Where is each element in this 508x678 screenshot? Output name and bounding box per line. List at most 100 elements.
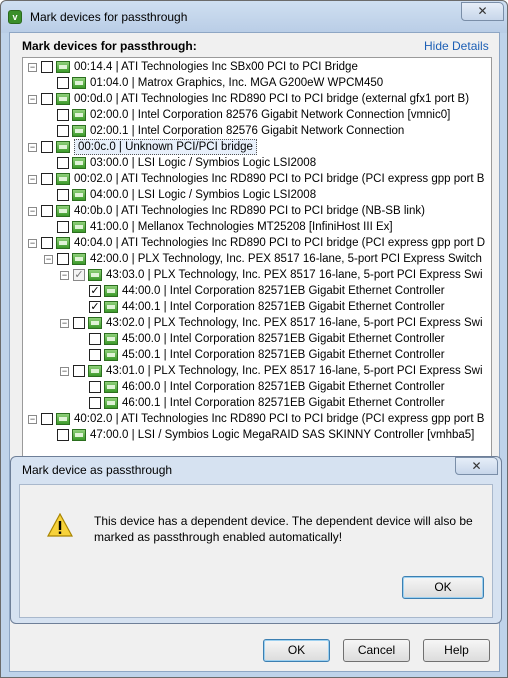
pci-device-icon [72,221,86,233]
tree-row[interactable]: 02:00.0 | Intel Corporation 82576 Gigabi… [23,107,491,123]
device-label: 40:0b.0 | ATI Technologies Inc RD890 PCI… [74,205,425,217]
window-close-button[interactable]: ✕ [461,2,504,21]
device-label: 02:00.0 | Intel Corporation 82576 Gigabi… [90,109,451,121]
passthrough-checkbox[interactable] [57,189,69,201]
collapse-toggle[interactable]: − [60,271,69,280]
tree-row[interactable]: 45:00.1 | Intel Corporation 82571EB Giga… [23,347,491,363]
pci-device-icon [56,205,70,217]
collapse-toggle[interactable]: − [60,319,69,328]
collapse-toggle[interactable]: − [28,143,37,152]
pci-device-icon [104,333,118,345]
dialog-body: This device has a dependent device. The … [19,484,493,618]
collapse-toggle[interactable]: − [28,63,37,72]
passthrough-checkbox[interactable]: ✓ [89,301,101,313]
passthrough-checkbox[interactable] [57,77,69,89]
passthrough-checkbox[interactable] [41,173,53,185]
pci-device-icon [88,269,102,281]
passthrough-checkbox[interactable] [57,253,69,265]
collapse-toggle[interactable]: − [44,255,53,264]
tree-row[interactable]: − 00:14.4 | ATI Technologies Inc SBx00 PC… [23,59,491,75]
hide-details-link[interactable]: Hide Details [424,39,489,53]
tree-row[interactable]: 45:00.0 | Intel Corporation 82571EB Giga… [23,331,491,347]
dialog-ok-button[interactable]: OK [402,576,484,599]
passthrough-checkbox[interactable]: ✓ [89,285,101,297]
tree-row[interactable]: − 43:01.0 | PLX Technology, Inc. PEX 8517… [23,363,491,379]
passthrough-checkbox[interactable] [89,349,101,361]
device-label: 00:0c.0 | Unknown PCI/PCI bridge [74,139,257,155]
pci-device-icon [56,61,70,73]
passthrough-checkbox[interactable]: ✓ [73,269,85,281]
pci-device-icon [72,253,86,265]
collapse-toggle[interactable]: − [60,367,69,376]
tree-row[interactable]: 46:00.0 | Intel Corporation 82571EB Giga… [23,379,491,395]
passthrough-checkbox[interactable] [41,205,53,217]
tree-row[interactable]: − 40:0b.0 | ATI Technologies Inc RD890 PC… [23,203,491,219]
device-label: 04:00.0 | LSI Logic / Symbios Logic LSI2… [90,189,317,201]
passthrough-checkbox[interactable] [57,109,69,121]
pci-device-icon [104,381,118,393]
tree-row[interactable]: − ✓ 43:03.0 | PLX Technology, Inc. PEX 851… [23,267,491,283]
tree-row[interactable]: 41:00.0 | Mellanox Technologies MT25208 … [23,219,491,235]
pci-device-icon [104,349,118,361]
dialog-close-button[interactable]: ✕ [455,457,498,475]
tree-row[interactable]: − 43:02.0 | PLX Technology, Inc. PEX 8517… [23,315,491,331]
collapse-toggle[interactable]: − [28,207,37,216]
collapse-toggle[interactable]: − [28,239,37,248]
tree-row[interactable]: ✓ 44:00.0 | Intel Corporation 82571EB Gig… [23,283,491,299]
passthrough-checkbox[interactable] [57,221,69,233]
tree-row[interactable]: 47:00.0 | LSI / Symbios Logic MegaRAID S… [23,427,491,443]
passthrough-checkbox[interactable] [41,237,53,249]
tree-row[interactable]: − 00:02.0 | ATI Technologies Inc RD890 PC… [23,171,491,187]
passthrough-checkbox[interactable] [41,141,53,153]
tree-row[interactable]: 46:00.1 | Intel Corporation 82571EB Giga… [23,395,491,411]
collapse-toggle[interactable]: − [28,415,37,424]
pci-device-icon [56,141,70,153]
passthrough-checkbox[interactable] [89,381,101,393]
tree-row[interactable]: − 40:02.0 | ATI Technologies Inc RD890 PC… [23,411,491,427]
passthrough-checkbox[interactable] [89,397,101,409]
device-label: 45:00.1 | Intel Corporation 82571EB Giga… [122,349,445,361]
pci-device-icon [88,365,102,377]
pci-device-icon [72,189,86,201]
pci-device-icon [56,173,70,185]
tree-row[interactable]: − 00:0d.0 | ATI Technologies Inc RD890 PC… [23,91,491,107]
help-button[interactable]: Help [423,639,490,662]
tree-row[interactable]: 03:00.0 | LSI Logic / Symbios Logic LSI2… [23,155,491,171]
passthrough-checkbox[interactable] [41,413,53,425]
dialog-message: This device has a dependent device. The … [94,514,473,544]
device-tree[interactable]: − 00:14.4 | ATI Technologies Inc SBx00 PC… [22,57,492,457]
device-label: 45:00.0 | Intel Corporation 82571EB Giga… [122,333,445,345]
passthrough-checkbox[interactable] [73,317,85,329]
tree-row[interactable]: − 00:0c.0 | Unknown PCI/PCI bridge [23,139,491,155]
pci-device-icon [104,301,118,313]
passthrough-checkbox[interactable] [41,93,53,105]
tree-row[interactable]: 02:00.1 | Intel Corporation 82576 Gigabi… [23,123,491,139]
pci-device-icon [56,413,70,425]
pci-device-icon [104,285,118,297]
passthrough-checkbox[interactable] [73,365,85,377]
passthrough-checkbox[interactable] [41,61,53,73]
warning-icon [47,513,73,537]
device-label: 02:00.1 | Intel Corporation 82576 Gigabi… [90,125,405,137]
device-label: 00:02.0 | ATI Technologies Inc RD890 PCI… [74,173,485,185]
pci-device-icon [104,397,118,409]
window-titlebar[interactable]: v Mark devices for passthrough ✕ [1,1,507,33]
cancel-button[interactable]: Cancel [343,639,410,662]
passthrough-checkbox[interactable] [89,333,101,345]
window-title: Mark devices for passthrough [30,10,188,24]
ok-button[interactable]: OK [263,639,330,662]
tree-row[interactable]: 04:00.0 | LSI Logic / Symbios Logic LSI2… [23,187,491,203]
tree-row[interactable]: − 40:04.0 | ATI Technologies Inc RD890 PC… [23,235,491,251]
passthrough-checkbox[interactable] [57,429,69,441]
device-label: 40:04.0 | ATI Technologies Inc RD890 PCI… [74,237,486,249]
collapse-toggle[interactable]: − [28,175,37,184]
vsphere-icon: v [8,10,22,24]
tree-row[interactable]: 01:04.0 | Matrox Graphics, Inc. MGA G200… [23,75,491,91]
passthrough-checkbox[interactable] [57,157,69,169]
tree-row[interactable]: ✓ 44:00.1 | Intel Corporation 82571EB Gig… [23,299,491,315]
passthrough-window: v Mark devices for passthrough ✕ Mark de… [0,0,508,678]
tree-row[interactable]: − 42:00.0 | PLX Technology, Inc. PEX 8517… [23,251,491,267]
collapse-toggle[interactable]: − [28,95,37,104]
passthrough-checkbox[interactable] [57,125,69,137]
pci-device-icon [72,429,86,441]
